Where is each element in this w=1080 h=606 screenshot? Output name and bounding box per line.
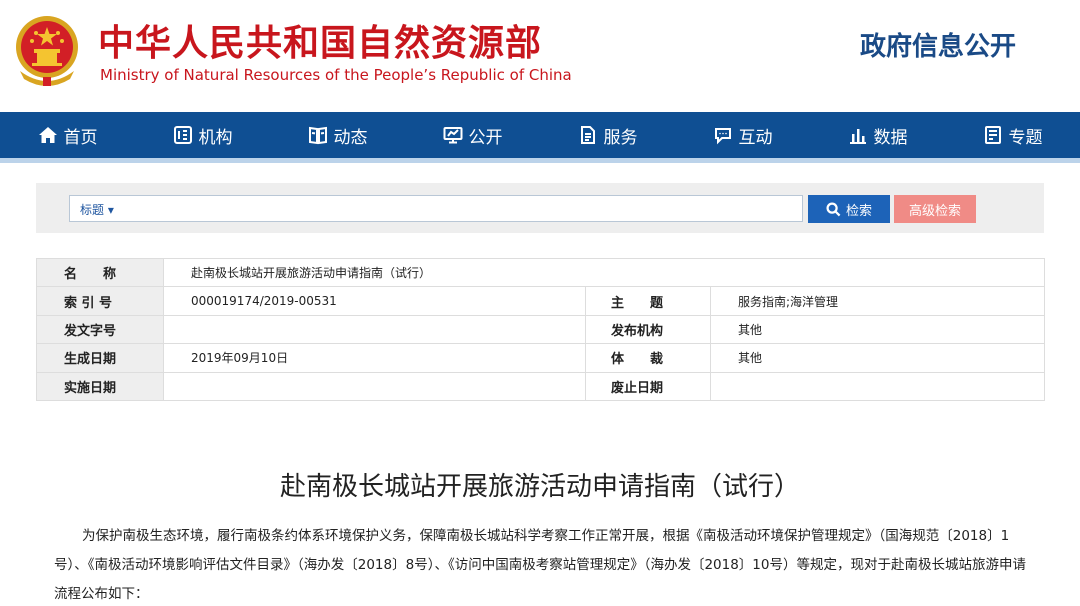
advanced-search-button[interactable]: 高级检索 [894, 195, 976, 223]
table-row: 索 引 号 000019174/2019-00531 主 题 服务指南;海洋管理 [36, 286, 1046, 316]
expire-date-value [709, 371, 1046, 402]
expire-date-label: 废止日期 [585, 371, 711, 402]
site-header: 中华人民共和国自然资源部 Ministry of Natural Resourc… [0, 0, 1080, 112]
doc-number-value [163, 314, 586, 345]
topic-icon [984, 126, 1001, 144]
table-row: 名 称 赴南极长城站开展旅游活动申请指南（试行） [36, 257, 1046, 288]
nav-item-service[interactable]: 服务 [540, 112, 675, 158]
nav-item-label: 首页 [63, 127, 98, 148]
nav-item-label: 互动 [738, 127, 773, 148]
subject-label: 主 题 [585, 286, 711, 316]
chat-icon [714, 128, 731, 145]
search-icon [826, 201, 841, 216]
doc-number-label: 发文字号 [36, 314, 164, 345]
index-value: 000019174/2019-00531 [163, 286, 586, 316]
news-book-icon [308, 126, 327, 145]
home-icon [38, 127, 57, 143]
search-button[interactable]: 检索 [808, 195, 890, 223]
main-nav: 首页 机构 动态 公开 服务 互动 数据 专题 [0, 112, 1080, 158]
search-bar: 标题 ▾ 检索 高级检索 [36, 183, 1044, 233]
date-value: 2019年09月10日 [163, 343, 586, 373]
nav-item-organization[interactable]: 机构 [135, 112, 270, 158]
article-title: 赴南极长城站开展旅游活动申请指南（试行） [279, 472, 800, 502]
publisher-value: 其他 [709, 314, 1046, 345]
table-row: 生成日期 2019年09月10日 体 裁 其他 [36, 343, 1046, 373]
service-doc-icon [580, 126, 595, 144]
table-row: 发文字号 发布机构 其他 [36, 314, 1046, 345]
name-label: 名 称 [36, 257, 164, 288]
index-label: 索 引 号 [36, 286, 164, 316]
nav-item-news[interactable]: 动态 [270, 112, 405, 158]
date-label: 生成日期 [36, 343, 164, 373]
publisher-label: 发布机构 [585, 314, 711, 345]
nav-item-disclosure[interactable]: 公开 [405, 112, 540, 158]
nav-item-topic[interactable]: 专题 [945, 112, 1080, 158]
article-paragraph: 为保护南极生态环境，履行南极条约体系环境保护义务，保障南极长城站科学考察工作正常… [54, 528, 1026, 602]
site-title-en: Ministry of Natural Resources of the Peo… [100, 66, 572, 84]
nav-item-label: 服务 [603, 127, 638, 148]
search-type-dropdown[interactable]: 标题 ▾ [80, 201, 114, 218]
name-value: 赴南极长城站开展旅游活动申请指南（试行） [162, 257, 1046, 288]
monitor-icon [443, 127, 462, 144]
national-emblem-icon [16, 16, 78, 86]
genre-label: 体 裁 [585, 343, 711, 373]
nav-underline [0, 158, 1080, 163]
effective-date-label: 实施日期 [36, 371, 164, 402]
section-title[interactable]: 政府信息公开 [860, 26, 1016, 63]
nav-item-label: 机构 [198, 127, 233, 148]
search-button-label: 检索 [845, 203, 872, 219]
nav-item-data[interactable]: 数据 [810, 112, 945, 158]
bar-chart-icon [849, 129, 866, 144]
organization-icon [173, 126, 192, 144]
document-info-table: 名 称 赴南极长城站开展旅游活动申请指南（试行） 索 引 号 000019174… [36, 257, 1046, 402]
nav-item-label: 动态 [333, 127, 368, 148]
nav-item-label: 专题 [1008, 127, 1043, 148]
table-row: 实施日期 废止日期 [36, 371, 1046, 402]
nav-item-label: 数据 [873, 127, 908, 148]
site-title-cn: 中华人民共和国自然资源部 [98, 23, 543, 64]
effective-date-value [163, 371, 586, 402]
genre-value: 其他 [709, 343, 1046, 373]
nav-item-label: 公开 [468, 127, 503, 148]
nav-item-home[interactable]: 首页 [0, 112, 135, 158]
subject-value: 服务指南;海洋管理 [709, 286, 1046, 316]
search-input[interactable]: 标题 ▾ [69, 195, 803, 222]
nav-item-interaction[interactable]: 互动 [675, 112, 810, 158]
